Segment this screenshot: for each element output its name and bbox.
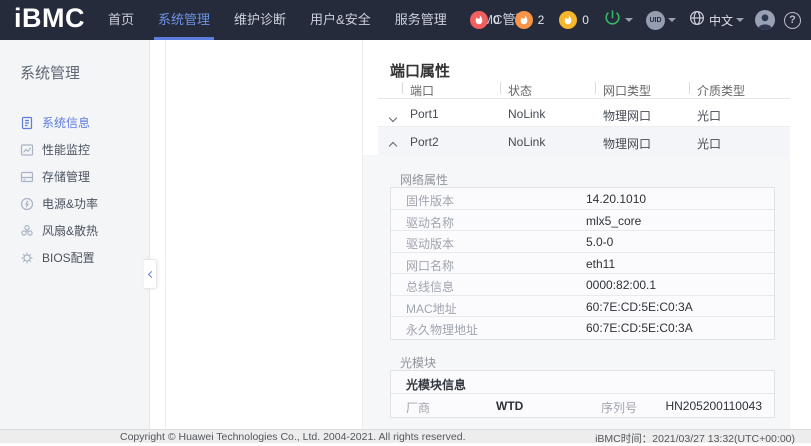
sidebar-menu: 系统信息 性能监控 存储管理 电源&功率 风扇&散热 BIOS配置 xyxy=(0,109,149,271)
power-control-dropdown[interactable] xyxy=(601,8,635,32)
nav-item-system-management[interactable]: 系统管理 xyxy=(146,0,222,40)
ports-table-header: 端口 状态 网口类型 介质类型 xyxy=(378,82,790,99)
sidebar-title: 系统管理 xyxy=(20,62,149,83)
nav-item-user-security[interactable]: 用户&安全 xyxy=(298,0,383,40)
globe-icon xyxy=(689,10,705,31)
gear-icon xyxy=(20,251,34,265)
navbar-right-tools: 0 2 0 UID 中文 xyxy=(467,0,801,40)
table-row-port1[interactable]: Port1 NoLink 物理网口 光口 xyxy=(378,99,790,127)
minor-alarm-count: 0 xyxy=(582,13,589,27)
network-properties-table: 固件版本 14.20.1010 驱动名称 mlx5_core 驱动版本 5.0-… xyxy=(390,187,775,340)
document-icon xyxy=(20,116,34,130)
column-header-port: 端口 xyxy=(410,82,434,99)
page-title: 端口属性 xyxy=(390,60,450,81)
optical-table-header: 光模块信息 xyxy=(391,371,774,394)
language-selector[interactable]: 中文 xyxy=(687,10,746,31)
table-row: MAC地址 60:7E:CD:5E:C0:3A xyxy=(391,296,774,318)
sidebar-item-storage-management[interactable]: 存储管理 xyxy=(0,163,149,190)
sidebar-item-bios-config[interactable]: BIOS配置 xyxy=(0,244,149,271)
vendor-value: WTD xyxy=(496,399,523,413)
table-row: 厂商 WTD 序列号 HN205200110043 xyxy=(391,394,774,417)
ports-table: 端口 状态 网口类型 介质类型 Port1 NoLink 物理网口 光口 Por… xyxy=(378,82,790,155)
flame-icon xyxy=(515,11,533,29)
major-alarm-count: 2 xyxy=(538,13,545,27)
column-header-status: 状态 xyxy=(508,82,532,99)
chevron-down-icon xyxy=(736,18,744,22)
sidebar-collapse-toggle[interactable] xyxy=(144,259,157,289)
serial-value: HN205200110043 xyxy=(665,399,762,413)
top-navbar: iBMC 首页 系统管理 维护诊断 用户&安全 服务管理 iBMC管理 0 2 … xyxy=(0,0,811,40)
uid-icon: UID xyxy=(646,11,665,30)
chevron-down-icon xyxy=(625,18,633,22)
power-icon xyxy=(603,8,622,32)
nav-item-service-management[interactable]: 服务管理 xyxy=(383,0,459,40)
footer: Copyright © Huawei Technologies Co., Ltd… xyxy=(0,429,811,443)
serial-label: 序列号 xyxy=(601,399,637,416)
column-header-media-type: 介质类型 xyxy=(697,82,745,99)
flame-icon xyxy=(470,11,488,29)
chevron-down-icon xyxy=(668,18,676,22)
network-section-title: 网络属性 xyxy=(400,171,448,188)
uid-indicator-dropdown[interactable]: UID xyxy=(644,11,678,30)
help-icon[interactable]: ? xyxy=(784,12,801,29)
table-row-port2[interactable]: Port2 NoLink 物理网口 光口 xyxy=(378,127,790,155)
nav-item-maintenance-diagnosis[interactable]: 维护诊断 xyxy=(222,0,298,40)
power-bolt-icon xyxy=(20,197,34,211)
header-separator xyxy=(402,82,403,94)
sidebar: 系统管理 系统信息 性能监控 存储管理 电源&功率 风扇&散热 BIOS配置 xyxy=(0,40,150,429)
table-row: 驱动版本 5.0-0 xyxy=(391,231,774,253)
critical-alarm-count: 0 xyxy=(493,13,500,27)
copyright-text: Copyright © Huawei Technologies Co., Ltd… xyxy=(120,431,466,443)
header-separator xyxy=(689,82,690,94)
ibmc-logo: iBMC xyxy=(14,3,85,34)
table-row: 总线信息 0000:82:00.1 xyxy=(391,274,774,296)
major-alarm-badge[interactable]: 2 xyxy=(512,11,548,29)
ibmc-time: iBMC时间：2021/03/27 13:32(UTC+00:00) xyxy=(595,431,795,446)
sidebar-item-system-info[interactable]: 系统信息 xyxy=(0,109,149,136)
minor-alarm-badge[interactable]: 0 xyxy=(556,11,592,29)
flame-icon xyxy=(559,11,577,29)
header-separator xyxy=(500,82,501,94)
vendor-label: 厂商 xyxy=(406,399,430,416)
table-row: 永久物理地址 60:7E:CD:5E:C0:3A xyxy=(391,317,774,339)
user-avatar[interactable] xyxy=(755,10,775,30)
sidebar-item-power[interactable]: 电源&功率 xyxy=(0,190,149,217)
critical-alarm-badge[interactable]: 0 xyxy=(467,11,503,29)
optical-module-table: 光模块信息 厂商 WTD 序列号 HN205200110043 xyxy=(390,370,775,418)
chart-icon xyxy=(20,143,34,157)
table-row: 固件版本 14.20.1010 xyxy=(391,188,774,210)
header-separator xyxy=(595,82,596,94)
storage-icon xyxy=(20,170,34,184)
table-row: 网口名称 eth11 xyxy=(391,253,774,275)
column-header-port-type: 网口类型 xyxy=(603,82,651,99)
panel-divider xyxy=(165,40,166,429)
language-label: 中文 xyxy=(709,12,733,29)
sidebar-item-fan-cooling[interactable]: 风扇&散热 xyxy=(0,217,149,244)
chevron-left-icon xyxy=(147,270,154,277)
nav-item-home[interactable]: 首页 xyxy=(96,0,146,40)
table-row: 驱动名称 mlx5_core xyxy=(391,210,774,232)
sidebar-item-performance-monitor[interactable]: 性能监控 xyxy=(0,136,149,163)
fan-icon xyxy=(20,224,34,238)
optical-section-title: 光模块 xyxy=(400,354,436,371)
